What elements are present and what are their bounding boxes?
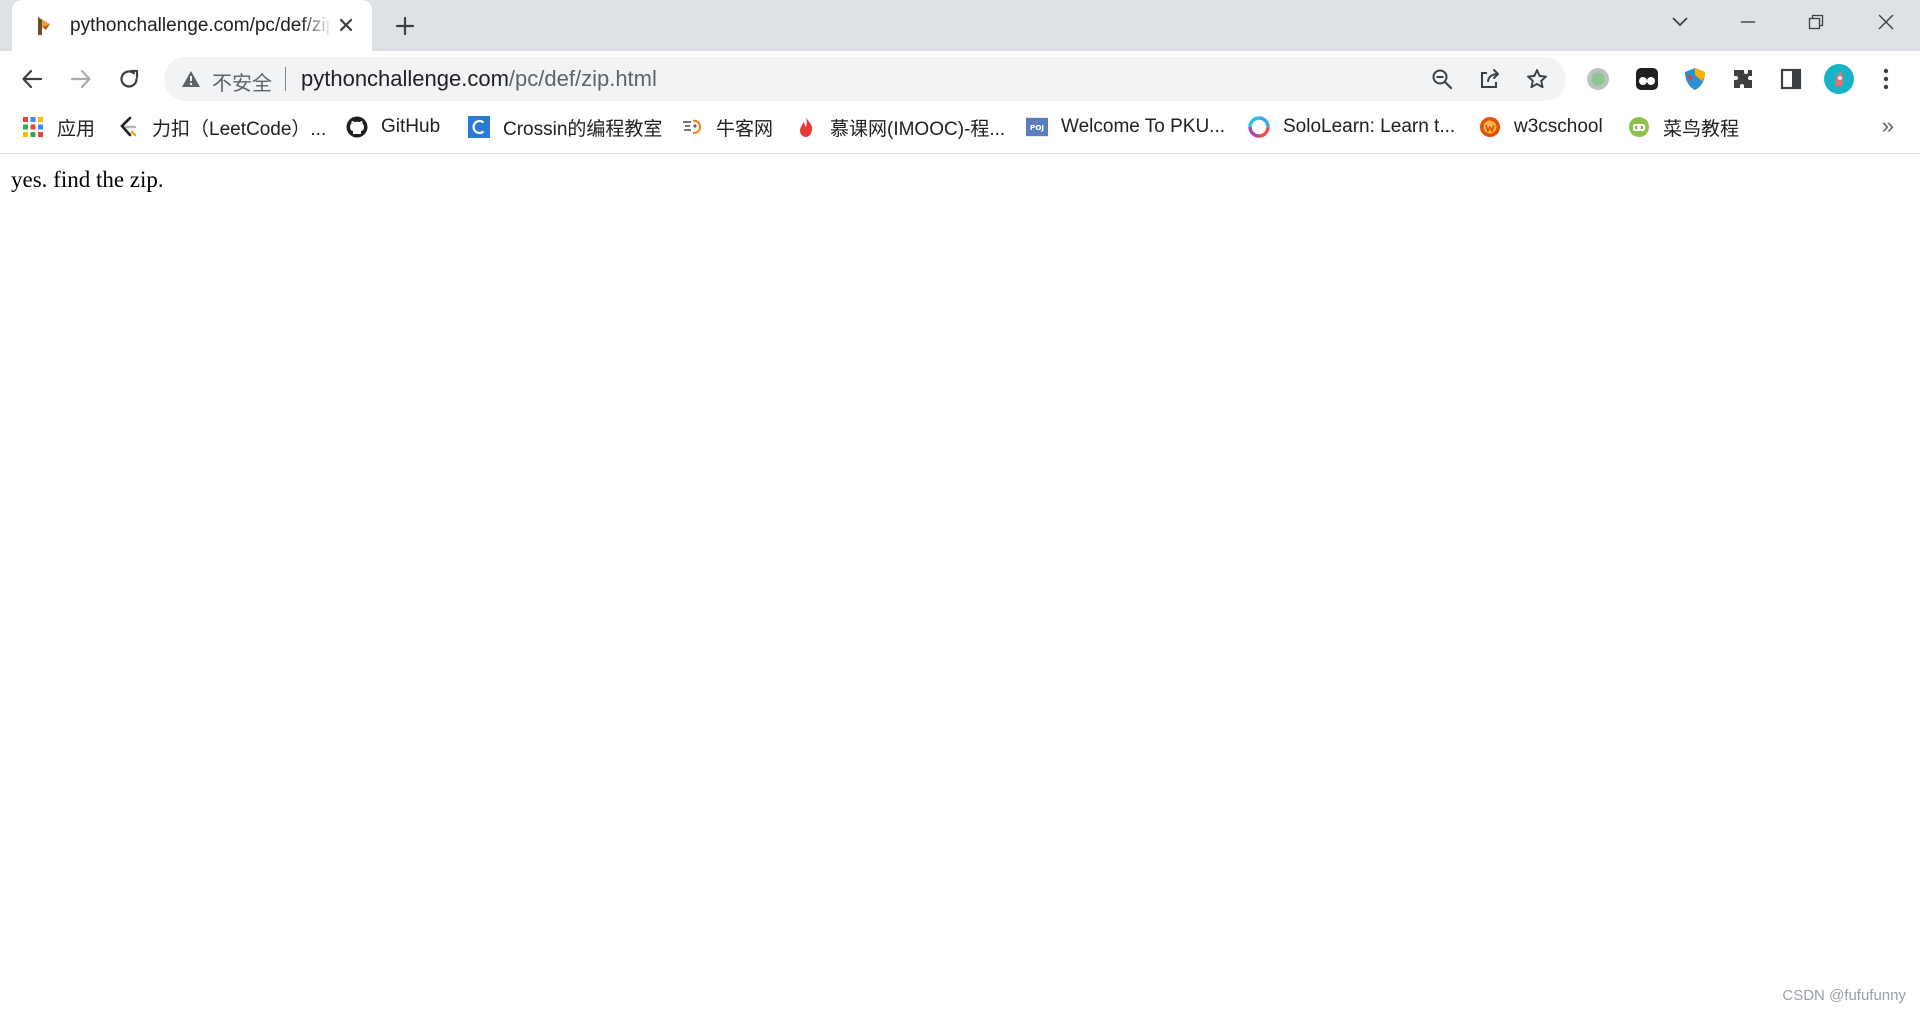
menu-kebab-icon[interactable] — [1871, 64, 1901, 94]
apps-grid-icon — [22, 116, 44, 138]
python-challenge-favicon-icon — [32, 14, 56, 38]
bookmark-label: GitHub — [381, 116, 441, 137]
warning-icon[interactable] — [180, 68, 202, 90]
imooc-icon — [795, 116, 817, 138]
w3cschool-icon — [1479, 116, 1501, 138]
bookmark-imooc[interactable]: 慕课网(IMOOC)-程... — [795, 107, 1005, 147]
restore-button[interactable] — [1786, 0, 1846, 44]
bookmark-label: Welcome To PKU... — [1061, 116, 1226, 137]
runoob-icon — [1628, 116, 1650, 138]
plus-icon — [395, 16, 415, 36]
tab-title: pythonchallenge.com/pc/def/zip.html — [70, 14, 332, 36]
bookmark-label: 菜鸟教程 — [1663, 118, 1740, 140]
bookmark-apps[interactable]: 应用 — [22, 107, 95, 147]
minimize-button[interactable] — [1718, 0, 1778, 44]
bookmark-label: 牛客网 — [716, 118, 774, 140]
security-status[interactable]: 不安全 — [212, 67, 272, 96]
bookmarks-overflow-button[interactable]: » — [1882, 113, 1894, 139]
watermark: CSDN @fufufunny — [1782, 987, 1906, 1004]
svg-text:POJ: POJ — [1030, 123, 1045, 132]
share-icon[interactable] — [1478, 67, 1502, 91]
close-icon — [1878, 14, 1894, 30]
tab-active[interactable]: pythonchallenge.com/pc/def/zip.html — [12, 0, 372, 51]
reload-button[interactable] — [114, 64, 144, 94]
leetcode-icon — [117, 116, 139, 138]
github-icon — [346, 116, 368, 138]
url-path: /pc/def/zip.html — [508, 66, 657, 91]
bookmark-label: 应用 — [57, 118, 96, 140]
forward-button[interactable] — [66, 64, 96, 94]
bookmark-poj[interactable]: POJ Welcome To PKU... — [1026, 107, 1225, 147]
extension-eyes-icon[interactable] — [1632, 64, 1662, 94]
bookmark-crossin[interactable]: Crossin的编程教室 — [468, 107, 662, 147]
chevron-down-icon — [1672, 17, 1688, 27]
bookmark-label: 力扣（LeetCode）... — [152, 118, 327, 140]
bookmark-star-icon[interactable] — [1525, 67, 1549, 91]
page-text: yes. find the zip. — [11, 167, 164, 192]
sololearn-icon — [1248, 116, 1270, 138]
zoom-icon[interactable] — [1430, 67, 1454, 91]
tab-strip: pythonchallenge.com/pc/def/zip.html — [0, 0, 1920, 51]
address-bar[interactable]: 不安全 pythonchallenge.com/pc/def/zip.html — [164, 57, 1566, 101]
bookmark-w3cschool[interactable]: w3cschool — [1479, 107, 1603, 147]
bookmark-sololearn[interactable]: SoloLearn: Learn t... — [1248, 107, 1455, 147]
url-host: pythonchallenge.com — [301, 66, 509, 91]
tab-search-button[interactable] — [1650, 0, 1710, 44]
bookmark-nowcoder[interactable]: 牛客网 — [681, 107, 773, 147]
extension-shield-icon[interactable] — [1680, 64, 1710, 94]
toolbar: 不安全 pythonchallenge.com/pc/def/zip.html — [0, 51, 1920, 107]
bookmark-label: Crossin的编程教室 — [503, 118, 663, 140]
arrow-left-icon — [22, 69, 43, 89]
bookmark-label: w3cschool — [1514, 116, 1603, 137]
back-button[interactable] — [17, 64, 47, 94]
reload-icon — [120, 69, 139, 88]
profile-avatar-icon[interactable] — [1824, 64, 1854, 94]
page-content: yes. find the zip. CSDN @fufufunny — [0, 155, 1920, 1014]
extensions-puzzle-icon[interactable] — [1728, 64, 1758, 94]
bookmark-github[interactable]: GitHub — [346, 107, 440, 147]
tab-close-icon[interactable] — [334, 13, 358, 37]
bookmark-label: SoloLearn: Learn t... — [1283, 116, 1456, 137]
side-panel-icon[interactable] — [1776, 64, 1806, 94]
bookmark-leetcode[interactable]: 力扣（LeetCode）... — [117, 107, 326, 147]
address-divider — [285, 67, 286, 91]
bookmark-runoob[interactable]: 菜鸟教程 — [1628, 107, 1739, 147]
extension-green-icon[interactable] — [1583, 64, 1613, 94]
nowcoder-icon — [681, 116, 703, 138]
close-window-button[interactable] — [1856, 0, 1916, 44]
poj-icon: POJ — [1026, 116, 1048, 138]
bookmarks-bar: 应用 力扣（LeetCode）... GitHub Crossin的编程教室 牛… — [0, 107, 1920, 154]
restore-icon — [1808, 14, 1824, 30]
minimize-icon — [1741, 21, 1755, 23]
crossin-icon — [468, 116, 490, 138]
arrow-right-icon — [70, 69, 91, 89]
new-tab-button[interactable] — [390, 11, 420, 41]
url-text[interactable]: pythonchallenge.com/pc/def/zip.html — [301, 66, 657, 92]
bookmark-label: 慕课网(IMOOC)-程... — [830, 118, 1006, 140]
